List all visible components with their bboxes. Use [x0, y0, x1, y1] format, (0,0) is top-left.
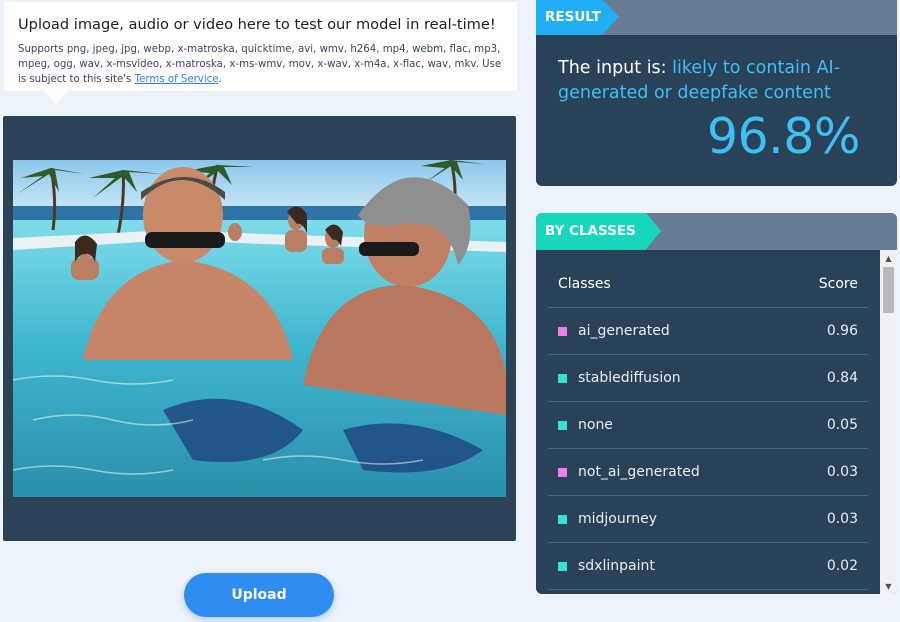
supported-formats-description: Supports png, jpeg, jpg, webp, x-matrosk…	[18, 44, 502, 85]
terms-suffix: .	[218, 74, 222, 85]
classes-scrollbar[interactable]: ▲ ▼	[880, 250, 897, 594]
class-name: none	[578, 417, 613, 433]
class-score: 0.03	[826, 511, 858, 527]
class-name: not_ai_generated	[578, 464, 700, 480]
column-header-score: Score	[818, 276, 858, 292]
pool-photo-illustration	[13, 160, 506, 497]
class-name: midjourney	[578, 511, 658, 527]
class-color-swatch	[558, 561, 567, 571]
class-color-swatch	[558, 373, 567, 383]
table-row: ai_generated 0.96	[548, 308, 868, 355]
classes-table-header: Classes Score	[548, 261, 868, 308]
uploaded-image-preview	[13, 160, 506, 497]
class-name: stablediffusion	[578, 370, 681, 386]
upload-button[interactable]: Upload	[184, 573, 334, 617]
class-name: sdxlinpaint	[578, 558, 655, 574]
class-score: 0.05	[826, 417, 858, 433]
upload-instructions-title: Upload image, audio or video here to tes…	[18, 16, 496, 33]
table-row: none 0.05	[548, 402, 868, 449]
uploaded-media-panel[interactable]	[3, 116, 516, 541]
class-score: 0.02	[826, 558, 858, 574]
class-score: 0.03	[826, 464, 858, 480]
class-name: ai_generated	[578, 323, 670, 339]
classes-card: BY CLASSES Classes Score ai_generated 0.…	[536, 213, 897, 594]
class-color-swatch	[558, 467, 567, 477]
result-prefix: The input is:	[558, 58, 673, 78]
upload-instructions-card: Upload image, audio or video here to tes…	[4, 2, 517, 105]
table-row: midjourney 0.03	[548, 496, 868, 543]
class-score: 0.96	[826, 323, 858, 339]
scrollbar-thumb[interactable]	[883, 267, 894, 313]
supported-formats-text: Supports png, jpeg, jpg, webp, x-matrosk…	[18, 42, 503, 87]
class-color-swatch	[558, 326, 567, 336]
scroll-up-arrow-icon[interactable]: ▲	[880, 251, 897, 265]
class-color-swatch	[558, 514, 567, 524]
result-tab: RESULT	[536, 0, 619, 35]
table-row: stablediffusion 0.84	[548, 355, 868, 402]
column-header-classes: Classes	[558, 276, 611, 292]
class-color-swatch	[558, 420, 567, 430]
table-row: sdxlinpaint 0.02	[548, 543, 868, 590]
result-card-header: RESULT	[536, 0, 897, 35]
result-statement: The input is: likely to contain AI-gener…	[558, 56, 858, 106]
table-row: not_ai_generated 0.03	[548, 449, 868, 496]
result-card: RESULT The input is: likely to contain A…	[536, 0, 897, 186]
class-score: 0.84	[826, 370, 858, 386]
classes-table[interactable]: Classes Score ai_generated 0.96 stabledi…	[548, 261, 868, 590]
scroll-down-arrow-icon[interactable]: ▼	[880, 579, 897, 593]
by-classes-tab: BY CLASSES	[536, 213, 661, 250]
terms-of-service-link[interactable]: Terms of Service	[135, 74, 219, 85]
classes-card-header: BY CLASSES	[536, 213, 897, 250]
result-score-percentage: 96.8%	[706, 108, 861, 165]
